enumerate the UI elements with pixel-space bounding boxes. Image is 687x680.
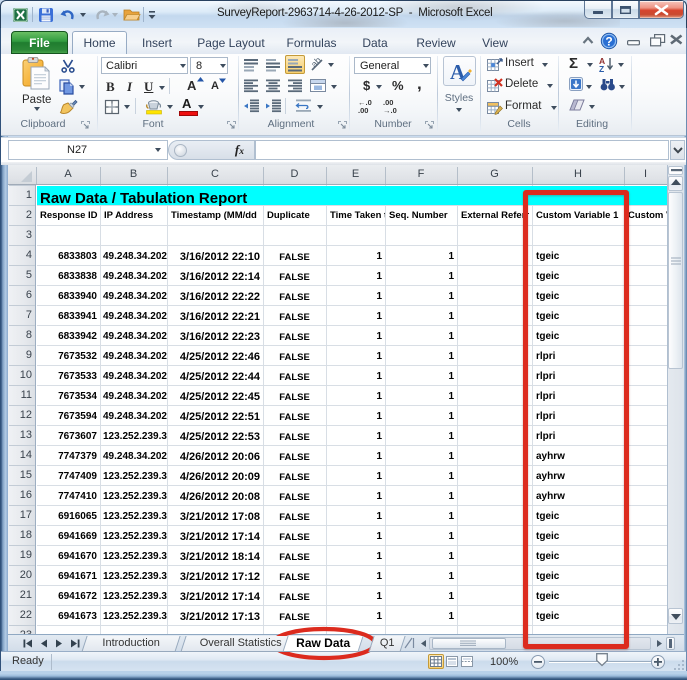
- svg-text:?: ?: [605, 35, 612, 49]
- svg-text:→.0: →.0: [383, 106, 397, 115]
- svg-text:Z: Z: [599, 64, 604, 74]
- svg-text:.00: .00: [358, 106, 368, 115]
- svg-text:ab: ab: [309, 55, 323, 69]
